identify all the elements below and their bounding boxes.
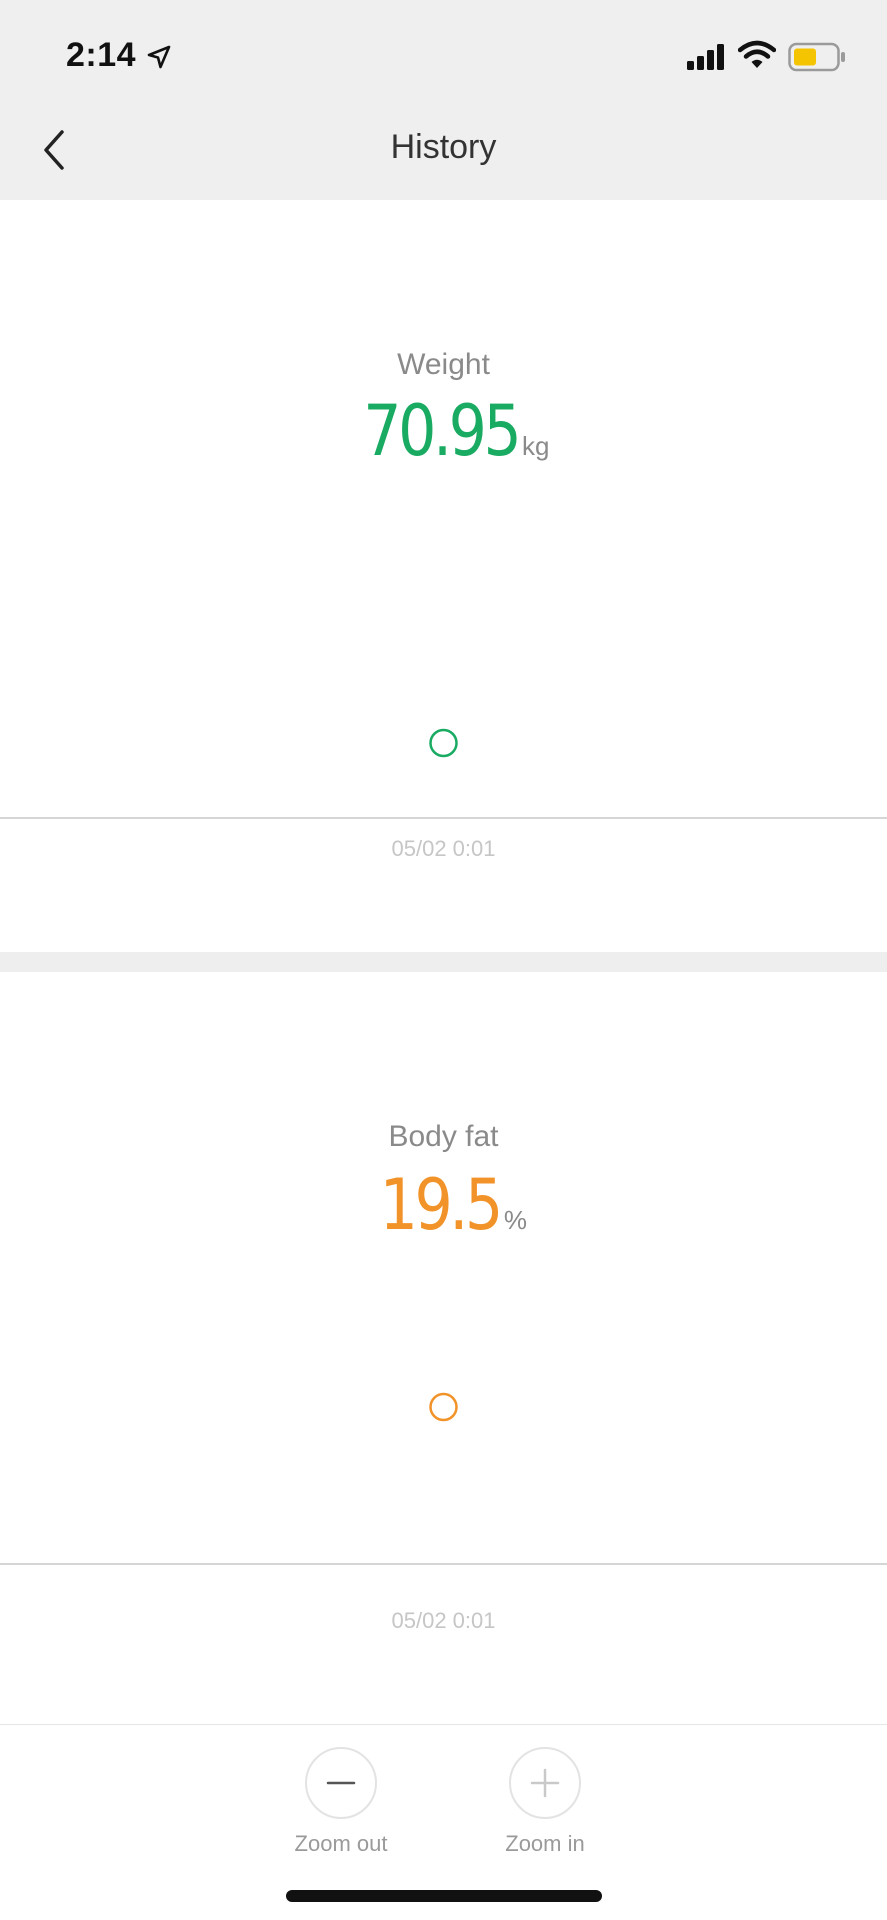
top-bar: 2:14 History [0, 0, 887, 200]
weight-unit: kg [521, 431, 550, 461]
zoom-in-circle [509, 1747, 581, 1819]
weight-data-point[interactable] [429, 728, 458, 758]
body-fat-spacer-2 [0, 1128, 887, 1129]
home-indicator [286, 1890, 602, 1902]
zoom-in-button[interactable]: Zoom in [475, 1747, 615, 1857]
zoom-out-label: Zoom out [294, 1831, 388, 1856]
location-arrow-icon [147, 45, 171, 69]
body-fat-chart-card[interactable]: Body fat 19.5% 05/02 0:01 [0, 972, 887, 1724]
weight-chart [0, 728, 887, 819]
weight-label: Weight [397, 348, 490, 381]
wifi-icon [738, 40, 776, 68]
battery-icon [788, 42, 845, 72]
weight-value-row: 70.95 kg [0, 390, 887, 472]
zoom-in-label: Zoom in [505, 1831, 585, 1856]
page-title: History [390, 128, 497, 166]
minus-icon [326, 1781, 356, 1785]
zoom-out-button[interactable]: Zoom out [271, 1747, 411, 1857]
cellular-signal-icon [687, 44, 724, 70]
body-fat-data-point[interactable] [429, 1392, 458, 1422]
body-fat-spacer [0, 1158, 887, 1162]
plus-icon [530, 1768, 560, 1798]
body-fat-value-row: 19.5% [0, 1164, 887, 1246]
zoom-out-circle [305, 1747, 377, 1819]
body-fat-label: Body fat [388, 1120, 499, 1153]
body-fat-date-label: 05/02 0:01 [391, 1608, 496, 1633]
weight-chart-card[interactable]: Weight 70.95 kg 05/02 0:01 [0, 200, 887, 952]
status-time: 2:14 [66, 36, 137, 74]
body-fat-unit: % [503, 1205, 527, 1235]
weight-value: 70.95 [362, 390, 522, 472]
body-fat-chart [0, 1392, 887, 1565]
body-fat-value: 19.5 [379, 1164, 504, 1246]
section-divider [0, 952, 887, 972]
weight-date-label: 05/02 0:01 [391, 836, 496, 861]
